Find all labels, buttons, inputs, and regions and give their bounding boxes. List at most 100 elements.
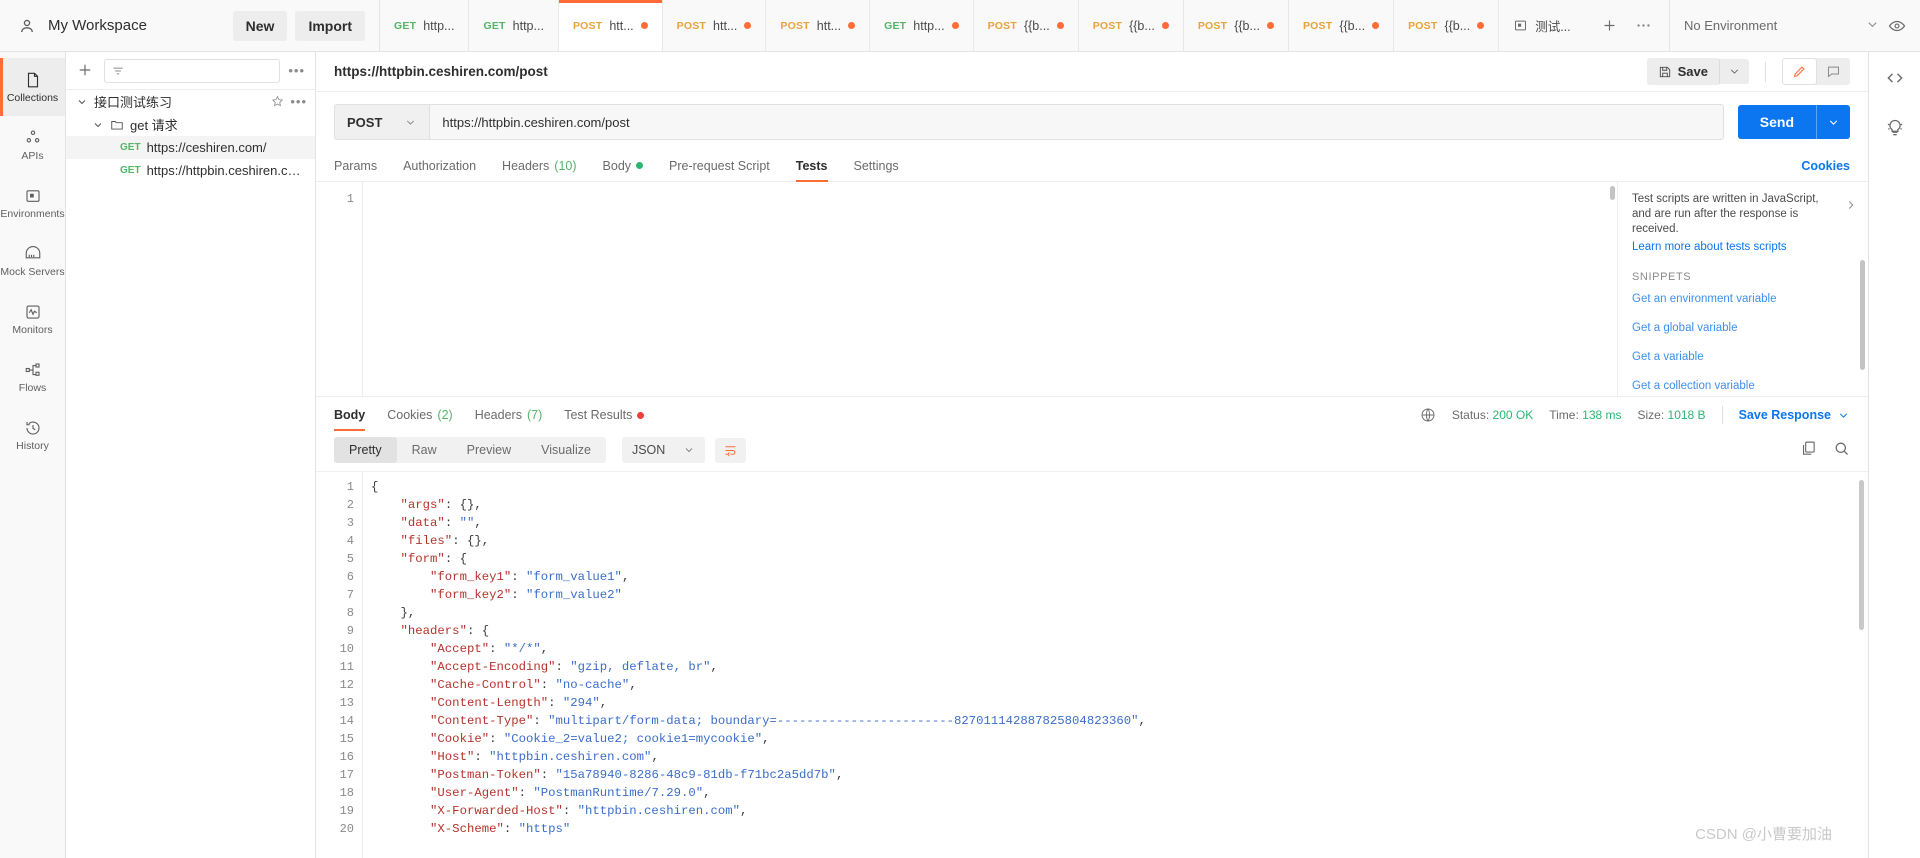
snippets-scrollbar[interactable] [1860, 260, 1865, 370]
apis-icon [24, 129, 42, 147]
response-tab-body[interactable]: Body [334, 399, 366, 431]
sidebar-filter-input[interactable] [104, 58, 281, 83]
snippet-item-2[interactable]: Get a variable [1632, 351, 1854, 363]
json-line: "X-Scheme": "https" [430, 822, 571, 836]
response-format-select[interactable]: JSON [621, 437, 706, 463]
rail-item-flows[interactable]: Flows [0, 348, 65, 406]
request-tab-3[interactable]: POST htt... [662, 0, 767, 51]
request-tab-params[interactable]: Params [334, 150, 377, 182]
request-tab-4[interactable]: POST htt... [766, 0, 871, 51]
rail-item-apis[interactable]: APIs [0, 116, 65, 174]
chevron-right-icon[interactable] [1844, 198, 1858, 215]
method-label: POST [347, 114, 383, 130]
line-number: 5 [346, 552, 354, 566]
request-tab-10[interactable]: POST {{b... [1394, 0, 1500, 51]
tests-editor-area: 1 Test scripts are written in JavaScript… [316, 182, 1868, 397]
send-options-button[interactable] [1816, 105, 1850, 139]
rail-item-history[interactable]: History [0, 406, 65, 464]
snippet-item-1[interactable]: Get a global variable [1632, 322, 1854, 334]
request-tab-8[interactable]: POST {{b... [1183, 0, 1289, 51]
chevron-down-icon[interactable] [92, 119, 104, 131]
snippet-item-3[interactable]: Get a collection variable [1632, 380, 1854, 392]
lightbulb-icon[interactable] [1885, 118, 1905, 138]
view-mode-visualize[interactable]: Visualize [526, 437, 606, 463]
star-icon[interactable] [271, 95, 284, 108]
snippet-item-0[interactable]: Get an environment variable [1632, 293, 1854, 305]
save-response-button[interactable]: Save Response [1739, 408, 1850, 422]
request-tab-0[interactable]: GET http... [380, 0, 470, 51]
json-line: "files": {}, [400, 534, 490, 548]
rail-item-collections[interactable]: Collections [0, 58, 65, 116]
response-scrollbar[interactable] [1859, 480, 1864, 630]
search-icon[interactable] [1833, 440, 1850, 460]
json-line: "Accept-Encoding": "gzip, deflate, br", [430, 660, 718, 674]
environment-name: No Environment [1684, 18, 1778, 33]
response-tab-headers[interactable]: Headers (7) [475, 399, 543, 431]
request-tab-9[interactable]: POST {{b... [1288, 0, 1395, 51]
chevron-down-icon [1865, 17, 1880, 35]
request-tab-6[interactable]: POST {{b... [973, 0, 1079, 51]
copy-icon[interactable] [1800, 440, 1817, 460]
chevron-down-icon[interactable] [76, 96, 88, 108]
method-select[interactable]: POST [335, 105, 431, 139]
line-number: 18 [339, 786, 354, 800]
tests-code-editor[interactable]: 1 [316, 182, 1618, 396]
save-options-button[interactable] [1719, 59, 1749, 84]
response-json[interactable]: { "args": {}, "data": "", "files": {}, "… [362, 472, 1868, 858]
request-tab-11[interactable]: 测试... [1499, 0, 1583, 51]
sidebar-new-icon[interactable] [76, 61, 96, 81]
line-number: 4 [346, 534, 354, 548]
response-body[interactable]: 1 2 3 4 5 6 7 8 9 10 11 12 13 14 15 16 17 18 19 20 { "args"… [316, 471, 1868, 858]
sidebar-request-0[interactable]: GET https://ceshiren.com/ [66, 136, 315, 159]
tab-method: POST [1408, 19, 1438, 32]
json-line: "X-Forwarded-Host": "httpbin.ceshiren.co… [430, 804, 748, 818]
wrap-lines-button[interactable] [715, 437, 747, 463]
line-number: 15 [339, 732, 354, 746]
request-tab-1[interactable]: GET http... [469, 0, 559, 51]
response-tab-test-results[interactable]: Test Results [564, 399, 645, 431]
tab-overflow-button[interactable] [1629, 12, 1657, 40]
cookies-link[interactable]: Cookies [1801, 159, 1850, 173]
import-button[interactable]: Import [295, 10, 365, 41]
save-button[interactable]: Save [1646, 58, 1719, 85]
rail-item-mock-servers[interactable]: Mock Servers [0, 232, 65, 290]
request-tab-settings[interactable]: Settings [854, 150, 899, 182]
sidebar-folder-row[interactable]: get 请求 [66, 113, 315, 136]
request-tab-2[interactable]: POST htt... [558, 0, 663, 51]
sidebar-collection-label: 接口测试练习 [94, 95, 173, 110]
request-tab-authorization[interactable]: Authorization [403, 150, 476, 182]
new-tab-button[interactable] [1595, 12, 1623, 40]
request-tab-headers[interactable]: Headers (10) [502, 150, 576, 182]
time-badge: Time: 138 ms [1549, 408, 1621, 422]
divider [1765, 61, 1766, 82]
eye-icon[interactable] [1888, 17, 1906, 35]
request-tab-pre-request-script[interactable]: Pre-request Script [669, 150, 770, 182]
editor-scrollbar[interactable] [1610, 186, 1615, 200]
view-mode-pretty[interactable]: Pretty [334, 437, 397, 463]
request-tab-tests[interactable]: Tests [795, 150, 828, 182]
edit-mode-button[interactable] [1782, 58, 1817, 85]
sidebar-collection-row[interactable]: 接口测试练习 ••• [66, 90, 315, 113]
request-tab-body[interactable]: Body [603, 150, 644, 182]
learn-more-link[interactable]: Learn more about tests scripts [1632, 241, 1854, 253]
send-group: Send [1737, 105, 1850, 139]
sidebar-request-1[interactable]: GET https://httpbin.ceshiren.com/... [66, 159, 315, 182]
send-button[interactable]: Send [1738, 105, 1816, 139]
sidebar-toolbar: ••• [66, 52, 315, 90]
new-button[interactable]: New [232, 10, 288, 41]
view-mode-raw[interactable]: Raw [397, 437, 452, 463]
editor-content[interactable] [362, 182, 1617, 396]
url-input[interactable]: https://httpbin.ceshiren.com/post [430, 105, 1723, 139]
sidebar-more-icon[interactable]: ••• [288, 63, 305, 78]
response-tab-cookies[interactable]: Cookies (2) [387, 399, 452, 431]
request-tab-5[interactable]: GET http... [870, 0, 974, 51]
code-icon[interactable] [1885, 68, 1905, 88]
collection-more-icon[interactable]: ••• [290, 94, 307, 109]
request-tab-7[interactable]: POST {{b... [1078, 0, 1184, 51]
comment-mode-button[interactable] [1817, 58, 1850, 85]
environment-selector[interactable]: No Environment [1670, 0, 1920, 51]
view-mode-preview[interactable]: Preview [452, 437, 526, 463]
rail-item-monitors[interactable]: Monitors [0, 290, 65, 348]
rail-item-environments[interactable]: Environments [0, 174, 65, 232]
tab-actions [1583, 0, 1670, 51]
